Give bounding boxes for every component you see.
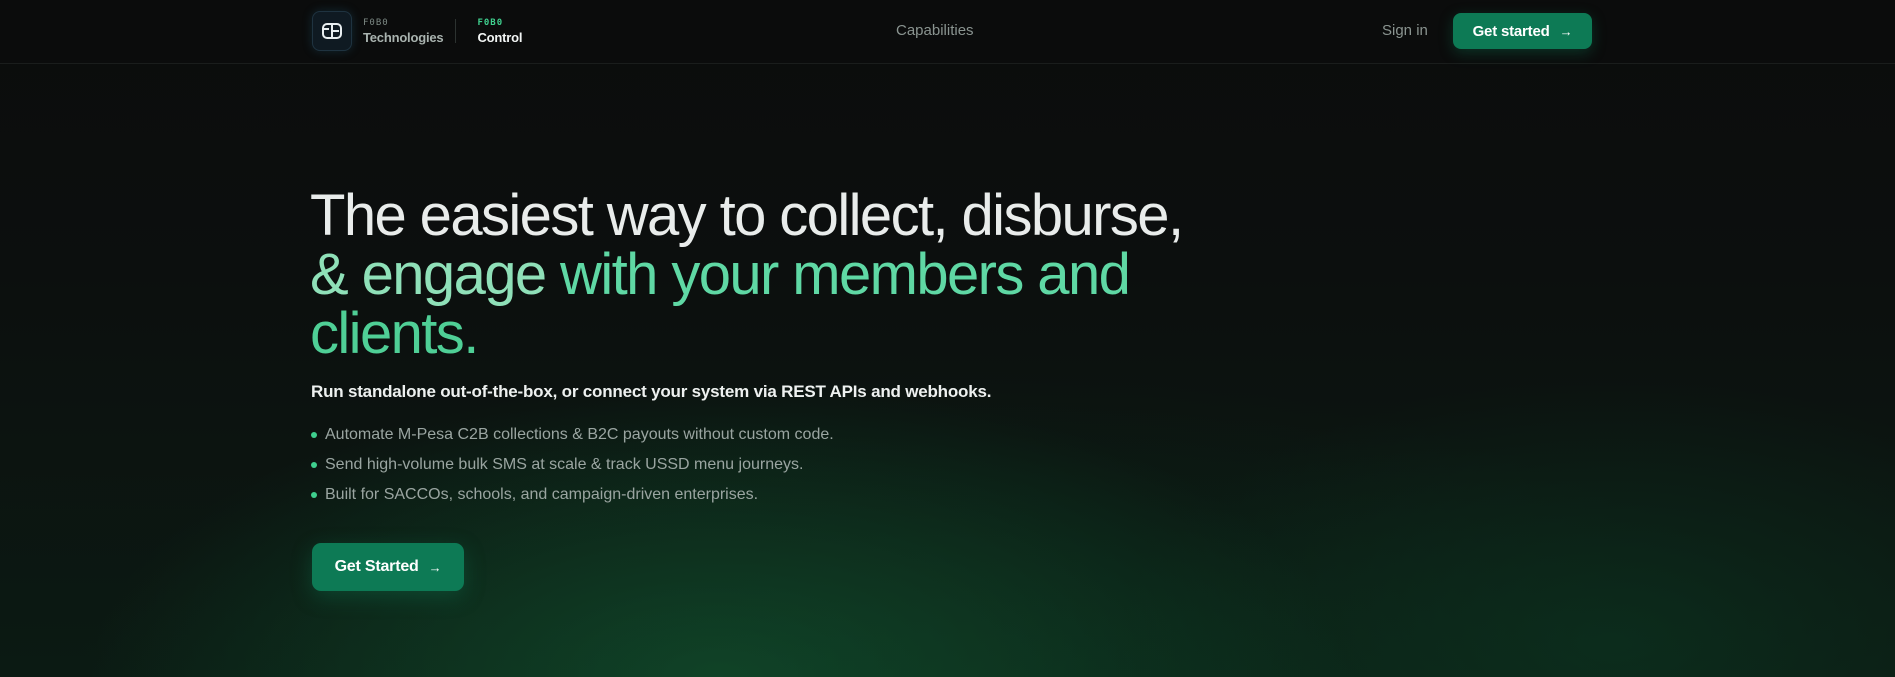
arrow-right-icon: → — [428, 559, 442, 575]
get-started-nav-button[interactable]: Get started → — [1453, 13, 1592, 49]
product-brand: F0B0 Control — [477, 17, 523, 45]
sign-in-link[interactable]: Sign in — [1382, 22, 1428, 39]
feature-text: Send high-volume bulk SMS at scale & tra… — [325, 456, 804, 473]
feature-text: Built for SACCOs, schools, and campaign-… — [325, 486, 759, 503]
nav-link-capabilities[interactable]: Capabilities — [896, 22, 974, 39]
hero-subheadline: Run standalone out-of-the-box, or connec… — [311, 382, 992, 401]
bullet-dot-icon — [311, 462, 317, 468]
feature-text: Automate M-Pesa C2B collections & B2C pa… — [325, 426, 834, 443]
bullet-dot-icon — [311, 432, 317, 438]
company-brand: F0B0 Technologies — [363, 17, 444, 45]
hero-headline: The easiest way to collect, disburse, & … — [310, 186, 1310, 363]
headline-line-1: The easiest way to collect, disburse, — [310, 183, 1184, 248]
headline-accent-2: with your members and — [545, 242, 1131, 307]
feature-list: Automate M-Pesa C2B collections & B2C pa… — [311, 420, 834, 510]
product-name: Control — [477, 29, 523, 45]
list-item: Automate M-Pesa C2B collections & B2C pa… — [311, 420, 834, 450]
list-item: Send high-volume bulk SMS at scale & tra… — [311, 450, 834, 480]
brand-divider — [455, 19, 457, 43]
arrow-right-icon: → — [1559, 23, 1573, 39]
brand-logo-link[interactable]: F0B0 Technologies F0B0 Control — [312, 11, 522, 51]
landing-page: F0B0 Technologies F0B0 Control Capabilit… — [0, 0, 1895, 677]
get-started-nav-label: Get started — [1472, 22, 1550, 40]
list-item: Built for SACCOs, schools, and campaign-… — [311, 480, 834, 510]
company-code: F0B0 — [363, 17, 389, 28]
hero-section: The easiest way to collect, disburse, & … — [310, 186, 1310, 363]
get-started-hero-button[interactable]: Get Started → — [312, 543, 464, 591]
fb-monogram-icon — [312, 11, 352, 51]
company-name: Technologies — [363, 29, 444, 45]
headline-accent-1: & engage — [310, 242, 547, 307]
bullet-dot-icon — [311, 492, 317, 498]
product-code: F0B0 — [477, 17, 504, 28]
headline-accent-3: clients. — [310, 301, 479, 366]
top-navigation-bar: F0B0 Technologies F0B0 Control Capabilit… — [0, 0, 1895, 64]
get-started-hero-label: Get Started — [334, 558, 419, 575]
